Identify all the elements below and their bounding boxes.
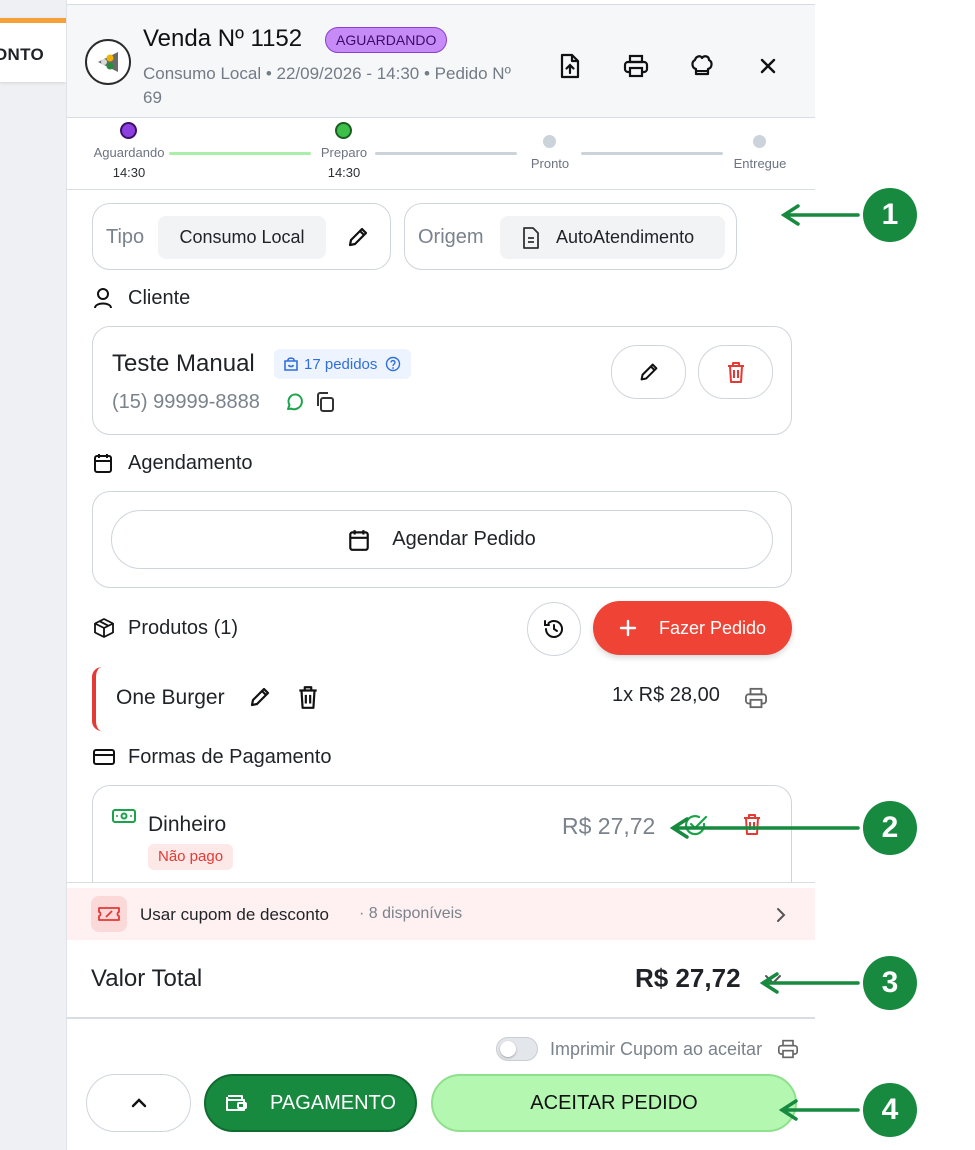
annotation-marker-3: 3 <box>863 956 917 1010</box>
annotation-arrow-4 <box>778 1099 860 1121</box>
annotation-marker-2: 2 <box>863 801 917 855</box>
annotation-arrow-3 <box>759 972 860 994</box>
annotation-arrow-2 <box>669 817 860 839</box>
annotation-marker-4: 4 <box>863 1083 917 1137</box>
annotation-marker-1: 1 <box>863 188 917 242</box>
annotation-arrows <box>669 204 860 1121</box>
annotation-arrow-1 <box>780 204 860 226</box>
